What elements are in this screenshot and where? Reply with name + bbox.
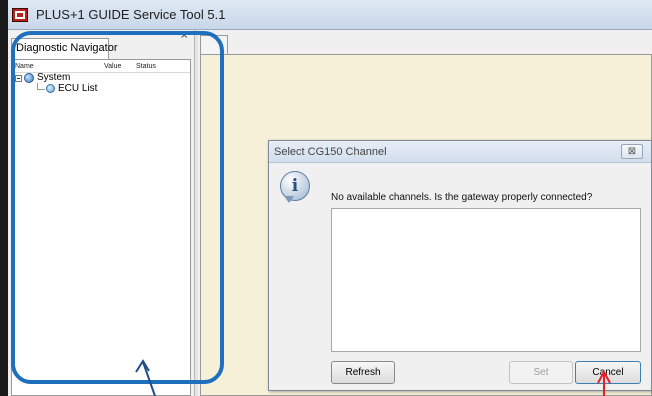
title-bar: PLUS+1 GUIDE Service Tool 5.1 xyxy=(8,0,652,30)
cancel-button[interactable]: Cancel xyxy=(575,361,641,384)
dialog-message: No available channels. Is the gateway pr… xyxy=(331,192,593,203)
refresh-button[interactable]: Refresh xyxy=(331,361,395,384)
dialog-close-button[interactable]: ⊠ xyxy=(621,144,643,159)
set-button[interactable]: Set xyxy=(509,361,573,384)
window-title: PLUS+1 GUIDE Service Tool 5.1 xyxy=(36,7,226,22)
info-icon: i xyxy=(280,171,310,203)
dialog-title-bar: Select CG150 Channel ⊠ xyxy=(269,141,651,163)
dialog-title: Select CG150 Channel xyxy=(274,146,387,158)
channel-list[interactable] xyxy=(331,208,641,352)
window-left-edge xyxy=(0,0,8,396)
navigator-highlight-annotation xyxy=(11,31,224,384)
select-channel-dialog: Select CG150 Channel ⊠ i No available ch… xyxy=(268,140,652,391)
app-logo-icon xyxy=(12,8,28,22)
